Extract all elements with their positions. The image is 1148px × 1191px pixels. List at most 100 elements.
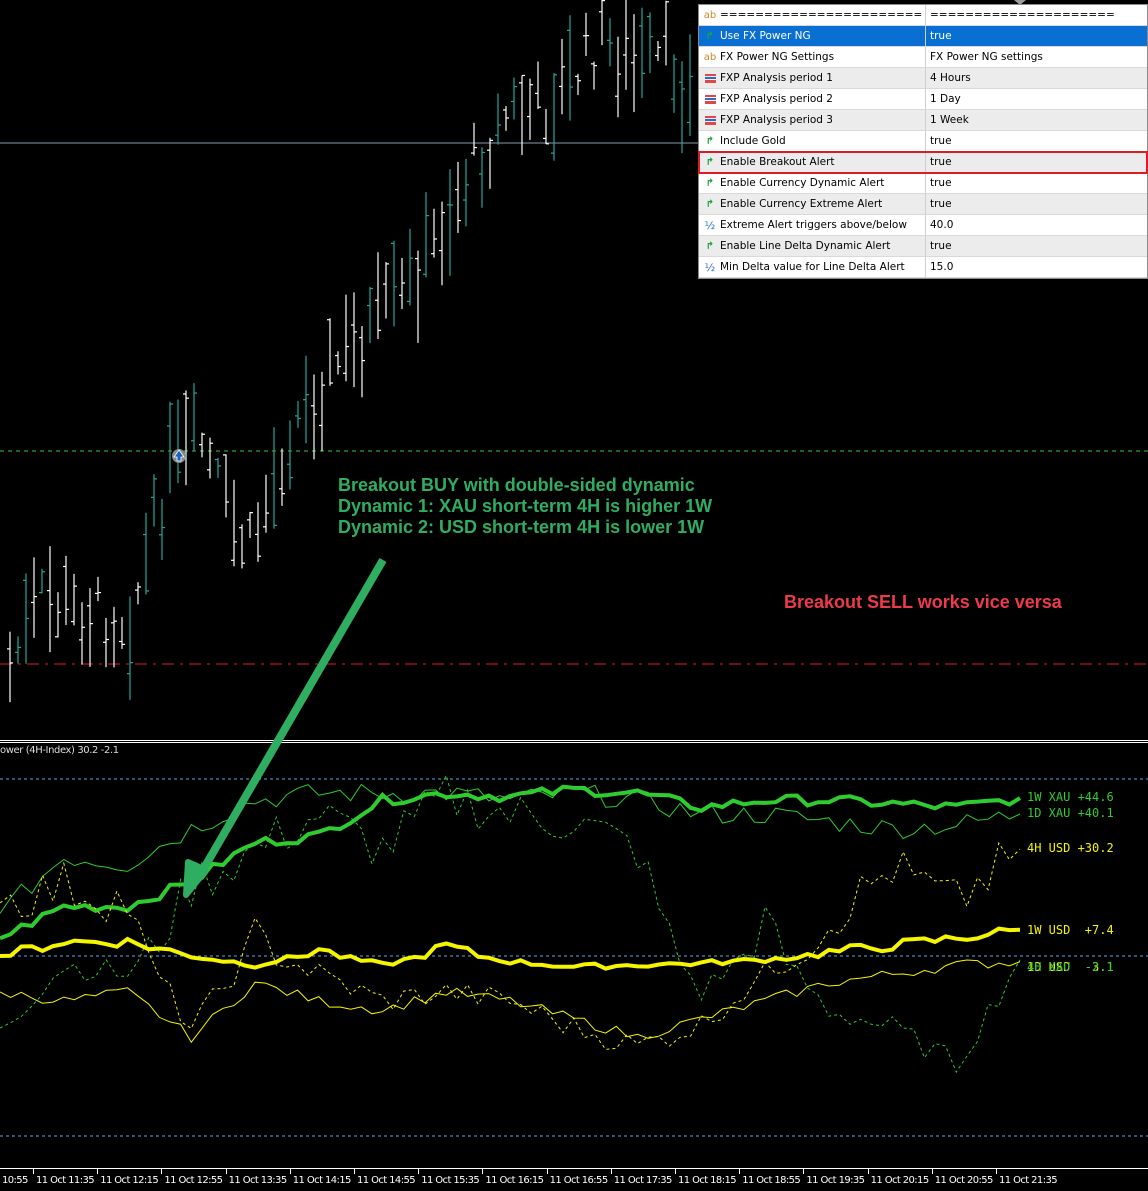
settings-row[interactable]: ↱ Enable Currency Extreme Alert true <box>699 194 1147 215</box>
indicator-chart[interactable] <box>0 743 1148 1165</box>
bool-icon: ↱ <box>705 198 715 210</box>
settings-row[interactable]: FXP Analysis period 3 1 Week <box>699 110 1147 131</box>
settings-row[interactable]: ↱ Include Gold true <box>699 131 1147 152</box>
settings-row[interactable]: FXP Analysis period 1 4 Hours <box>699 68 1147 89</box>
ohlc-bar <box>311 374 317 460</box>
axis-tick-label: 11 Oct 18:55 <box>742 1175 801 1186</box>
axis-tick-label: 11 Oct 13:35 <box>228 1175 288 1186</box>
ohlc-bar <box>415 250 421 343</box>
ohlc-bar <box>255 502 261 562</box>
setting-name-cell[interactable]: ↱ Include Gold <box>699 131 926 151</box>
setting-value[interactable]: true <box>926 173 1147 193</box>
ohlc-bar <box>431 208 437 258</box>
ohlc-bar <box>407 228 413 306</box>
ohlc-bar <box>151 474 157 527</box>
setting-name: FXP Analysis period 1 <box>720 72 833 84</box>
setting-value[interactable]: true <box>926 194 1147 214</box>
axis-tick-label: 11 Oct 16:15 <box>485 1175 544 1186</box>
setting-name-cell[interactable]: ↱ Enable Currency Dynamic Alert <box>699 173 926 193</box>
setting-name-cell[interactable]: ab FX Power NG Settings <box>699 47 926 67</box>
ohlc-bar <box>463 158 469 227</box>
ohlc-bar <box>383 262 389 319</box>
ohlc-bar <box>231 479 237 567</box>
axis-tick <box>996 1169 997 1174</box>
setting-name: Min Delta value for Line Delta Alert <box>720 261 905 273</box>
ohlc-bar <box>159 498 165 560</box>
axis-tick-label: 10:55 <box>2 1175 28 1186</box>
setting-name-cell[interactable]: ½ Extreme Alert triggers above/below <box>699 215 926 235</box>
setting-name-cell[interactable]: ↱ Use FX Power NG <box>699 26 926 46</box>
settings-row[interactable]: ab FX Power NG Settings FX Power NG settin… <box>699 47 1147 68</box>
settings-row[interactable]: ↱ Use FX Power NG true <box>699 26 1147 47</box>
settings-table: ab ======================= ===============… <box>698 4 1148 279</box>
setting-name: ======================= <box>720 9 923 21</box>
setting-value[interactable]: 40.0 <box>926 215 1147 235</box>
axis-tick <box>931 1169 933 1174</box>
ohlc-bar <box>367 286 373 344</box>
enum-icon <box>703 73 717 83</box>
pane-separator[interactable] <box>0 740 1148 741</box>
setting-value[interactable]: FX Power NG settings <box>926 47 1147 67</box>
half-icon: ½ <box>704 218 716 232</box>
ohlc-bar <box>39 568 45 594</box>
series-line-4h-xau <box>0 773 1021 1074</box>
settings-row[interactable]: ↱ Enable Line Delta Dynamic Alert true <box>699 236 1147 257</box>
setting-name-cell[interactable]: ab ======================= <box>699 5 926 25</box>
setting-name-cell[interactable]: ↱ Enable Currency Extreme Alert <box>699 194 926 214</box>
bool-icon: ↱ <box>705 156 715 168</box>
setting-value[interactable]: 1 Day <box>926 89 1147 109</box>
ohlc-bar <box>687 34 693 136</box>
ohlc-bar <box>679 61 685 154</box>
ab-icon: ab <box>703 51 717 63</box>
setting-name-cell[interactable]: ↱ Enable Line Delta Dynamic Alert <box>699 236 926 256</box>
ohlc-bar <box>439 201 445 286</box>
setting-value[interactable]: true <box>926 26 1147 46</box>
enum-icon <box>703 94 717 104</box>
ohlc-bar <box>559 38 565 115</box>
setting-value[interactable]: 1 Week <box>926 110 1147 130</box>
ohlc-bar <box>103 617 109 668</box>
ohlc-bar <box>319 371 325 452</box>
series-value-label: 1W XAU +44.6 <box>1027 790 1114 804</box>
setting-value[interactable]: ===================== <box>926 5 1147 25</box>
setting-value[interactable]: true <box>926 152 1147 172</box>
bool-icon: ↱ <box>705 30 715 42</box>
setting-name-cell[interactable]: ↱ Enable Breakout Alert <box>699 152 926 172</box>
settings-row[interactable]: ↱ Enable Currency Dynamic Alert true <box>699 173 1147 194</box>
setting-name: Include Gold <box>720 135 786 147</box>
ohlc-bar <box>263 474 269 533</box>
axis-tick <box>675 1169 676 1174</box>
ohlc-bar <box>175 399 181 484</box>
setting-value[interactable]: 15.0 <box>926 257 1147 277</box>
ohlc-bar <box>127 596 133 700</box>
ohlc-bar <box>631 14 637 113</box>
ohlc-bar <box>79 602 85 665</box>
bool-icon: ↱ <box>705 240 715 252</box>
ohlc-bar <box>247 511 253 539</box>
setting-name-cell[interactable]: ½ Min Delta value for Line Delta Alert <box>699 257 926 277</box>
setting-name-cell[interactable]: FXP Analysis period 1 <box>699 68 926 88</box>
settings-row[interactable]: ½ Min Delta value for Line Delta Alert 15.… <box>699 257 1147 278</box>
enum-icon <box>703 115 717 125</box>
setting-name-cell[interactable]: FXP Analysis period 2 <box>699 89 926 109</box>
setting-name-cell[interactable]: FXP Analysis period 3 <box>699 110 926 130</box>
ohlc-bar <box>591 61 597 90</box>
series-line-1w-xau <box>0 784 1022 941</box>
ohlc-bar <box>583 12 589 56</box>
settings-row[interactable]: FXP Analysis period 2 1 Day <box>699 89 1147 110</box>
axis-tick-label: 11 Oct 11:35 <box>36 1175 95 1186</box>
setting-name: Extreme Alert triggers above/below <box>720 219 907 231</box>
buy-annotation-line: Breakout BUY with double-sided dynamic <box>338 475 695 495</box>
ohlc-bar <box>271 427 277 529</box>
axis-tick <box>803 1169 805 1174</box>
setting-value[interactable]: true <box>926 131 1147 151</box>
half-icon: ½ <box>704 260 716 274</box>
settings-row[interactable]: ↱ Enable Breakout Alert true <box>698 151 1148 174</box>
settings-row[interactable]: ½ Extreme Alert triggers above/below 40.0 <box>699 215 1147 236</box>
ohlc-bar <box>295 401 301 428</box>
setting-value[interactable]: 4 Hours <box>926 68 1147 88</box>
ohlc-bar <box>479 147 485 208</box>
setting-value[interactable]: true <box>926 236 1147 256</box>
settings-row[interactable]: ab ======================= ===============… <box>699 5 1147 26</box>
setting-name: Enable Currency Dynamic Alert <box>720 177 885 189</box>
